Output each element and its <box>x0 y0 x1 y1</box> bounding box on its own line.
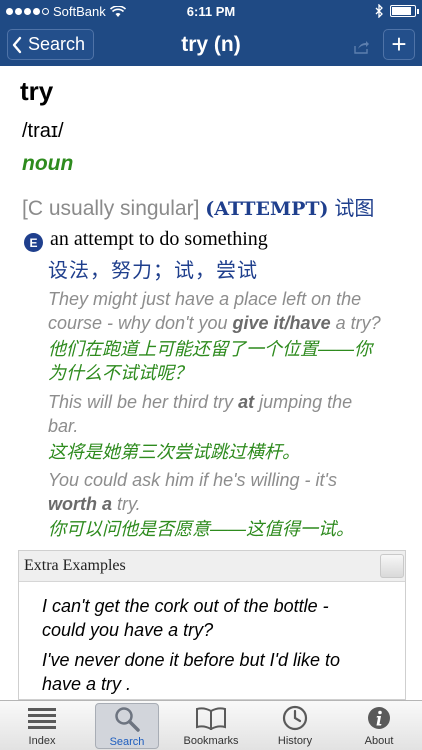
sense-label: (ATTEMPT) <box>205 198 329 220</box>
extra-examples-panel: Extra Examples I can't get the cork out … <box>18 550 406 700</box>
extra-example-text: could you have a try? <box>42 620 214 640</box>
status-time: 6:11 PM <box>186 4 236 19</box>
example-text: course - why don't you <box>48 313 233 333</box>
example-text: This will be her third try <box>48 392 239 412</box>
extra-examples-header[interactable]: Extra Examples <box>19 551 405 582</box>
tab-search[interactable]: Search <box>95 703 159 749</box>
example-chinese-text: 为什么不试试呢？ <box>48 363 192 383</box>
entry-content[interactable]: try /traɪ/ noun [C usually singular] (AT… <box>0 66 422 700</box>
bluetooth-icon <box>375 4 383 18</box>
extra-example: I can't get the cork out of the bottle -… <box>42 594 372 642</box>
grammar-code: [C usually singular] <box>22 197 200 220</box>
share-icon[interactable] <box>354 40 370 54</box>
navigation-bar: Search try (n) + <box>0 24 422 66</box>
sense-chinese: 试图 <box>334 198 375 220</box>
headword: try <box>20 76 54 106</box>
definition: an attempt to do something <box>50 228 268 250</box>
tab-label: Search <box>109 736 145 748</box>
status-bar: SoftBank 6:11 PM <box>0 0 422 24</box>
example-chinese: 这将是她第三次尝试跳过横杆。 <box>48 440 408 464</box>
book-icon <box>196 707 226 730</box>
tab-about[interactable]: About <box>347 703 411 749</box>
list-icon <box>28 708 56 729</box>
example-chinese: 他们在跑道上可能还留了一个位置——你 为什么不试试呢？ <box>48 337 408 385</box>
part-of-speech: noun <box>22 152 74 175</box>
example-highlight: give it/have <box>232 313 331 333</box>
example-text: jumping the <box>254 392 353 412</box>
tab-bookmarks[interactable]: Bookmarks <box>179 703 243 749</box>
example-chinese-text: 这将是她第三次尝试跳过横杆。 <box>48 442 300 462</box>
example-text: try. <box>112 494 141 514</box>
extra-examples-title: Extra Examples <box>24 557 126 574</box>
battery-icon <box>390 5 419 17</box>
example-english: You could ask him if he's willing - it's… <box>48 468 408 516</box>
tab-label: Bookmarks <box>183 735 239 747</box>
plus-icon: + <box>391 29 407 59</box>
extra-example-text: I've never done it before but I'd like t… <box>42 650 341 670</box>
example-chinese: 你可以问他是否愿意——这值得一试。 <box>48 517 408 541</box>
extra-example: I've never done it before but I'd like t… <box>42 648 372 696</box>
search-icon <box>115 707 140 732</box>
extra-examples-toggle-button[interactable] <box>380 554 404 578</box>
example-english: They might just have a place left on the… <box>48 287 408 335</box>
example-chinese-text: 你可以问他是否愿意——这值得一试。 <box>48 519 354 539</box>
definition-chinese: 设法，努力；试，尝试 <box>48 260 258 282</box>
tab-bar: Index Search Bookmarks History About <box>0 700 422 750</box>
pronunciation: /traɪ/ <box>22 120 64 142</box>
tab-history[interactable]: History <box>263 703 327 749</box>
grammar-line: [C usually singular] (ATTEMPT) 试图 <box>22 192 374 221</box>
example-text: bar. <box>48 416 79 436</box>
example-highlight: worth a <box>48 494 113 514</box>
example-text: They might just have a place left on the <box>48 289 362 309</box>
example-chinese-text: 他们在跑道上可能还留了一个位置——你 <box>48 339 372 359</box>
tab-label: History <box>277 735 313 747</box>
tab-label: Index <box>28 735 56 747</box>
status-right <box>375 4 419 18</box>
tab-label: About <box>364 735 394 747</box>
english-badge-icon: E <box>24 233 43 252</box>
example-highlight: at <box>238 392 255 412</box>
info-icon <box>368 707 390 729</box>
add-bookmark-button[interactable]: + <box>383 29 415 60</box>
example-text: a try? <box>330 313 381 333</box>
example-text: You could ask him if he's willing - it's <box>48 470 337 490</box>
example-english: This will be her third try at jumping th… <box>48 390 408 438</box>
extra-example-text: have a try . <box>42 674 132 694</box>
extra-example-text: I can't get the cork out of the bottle - <box>42 596 329 616</box>
battery-fill <box>392 7 411 15</box>
tab-index[interactable]: Index <box>10 703 74 749</box>
clock-icon <box>282 705 308 731</box>
